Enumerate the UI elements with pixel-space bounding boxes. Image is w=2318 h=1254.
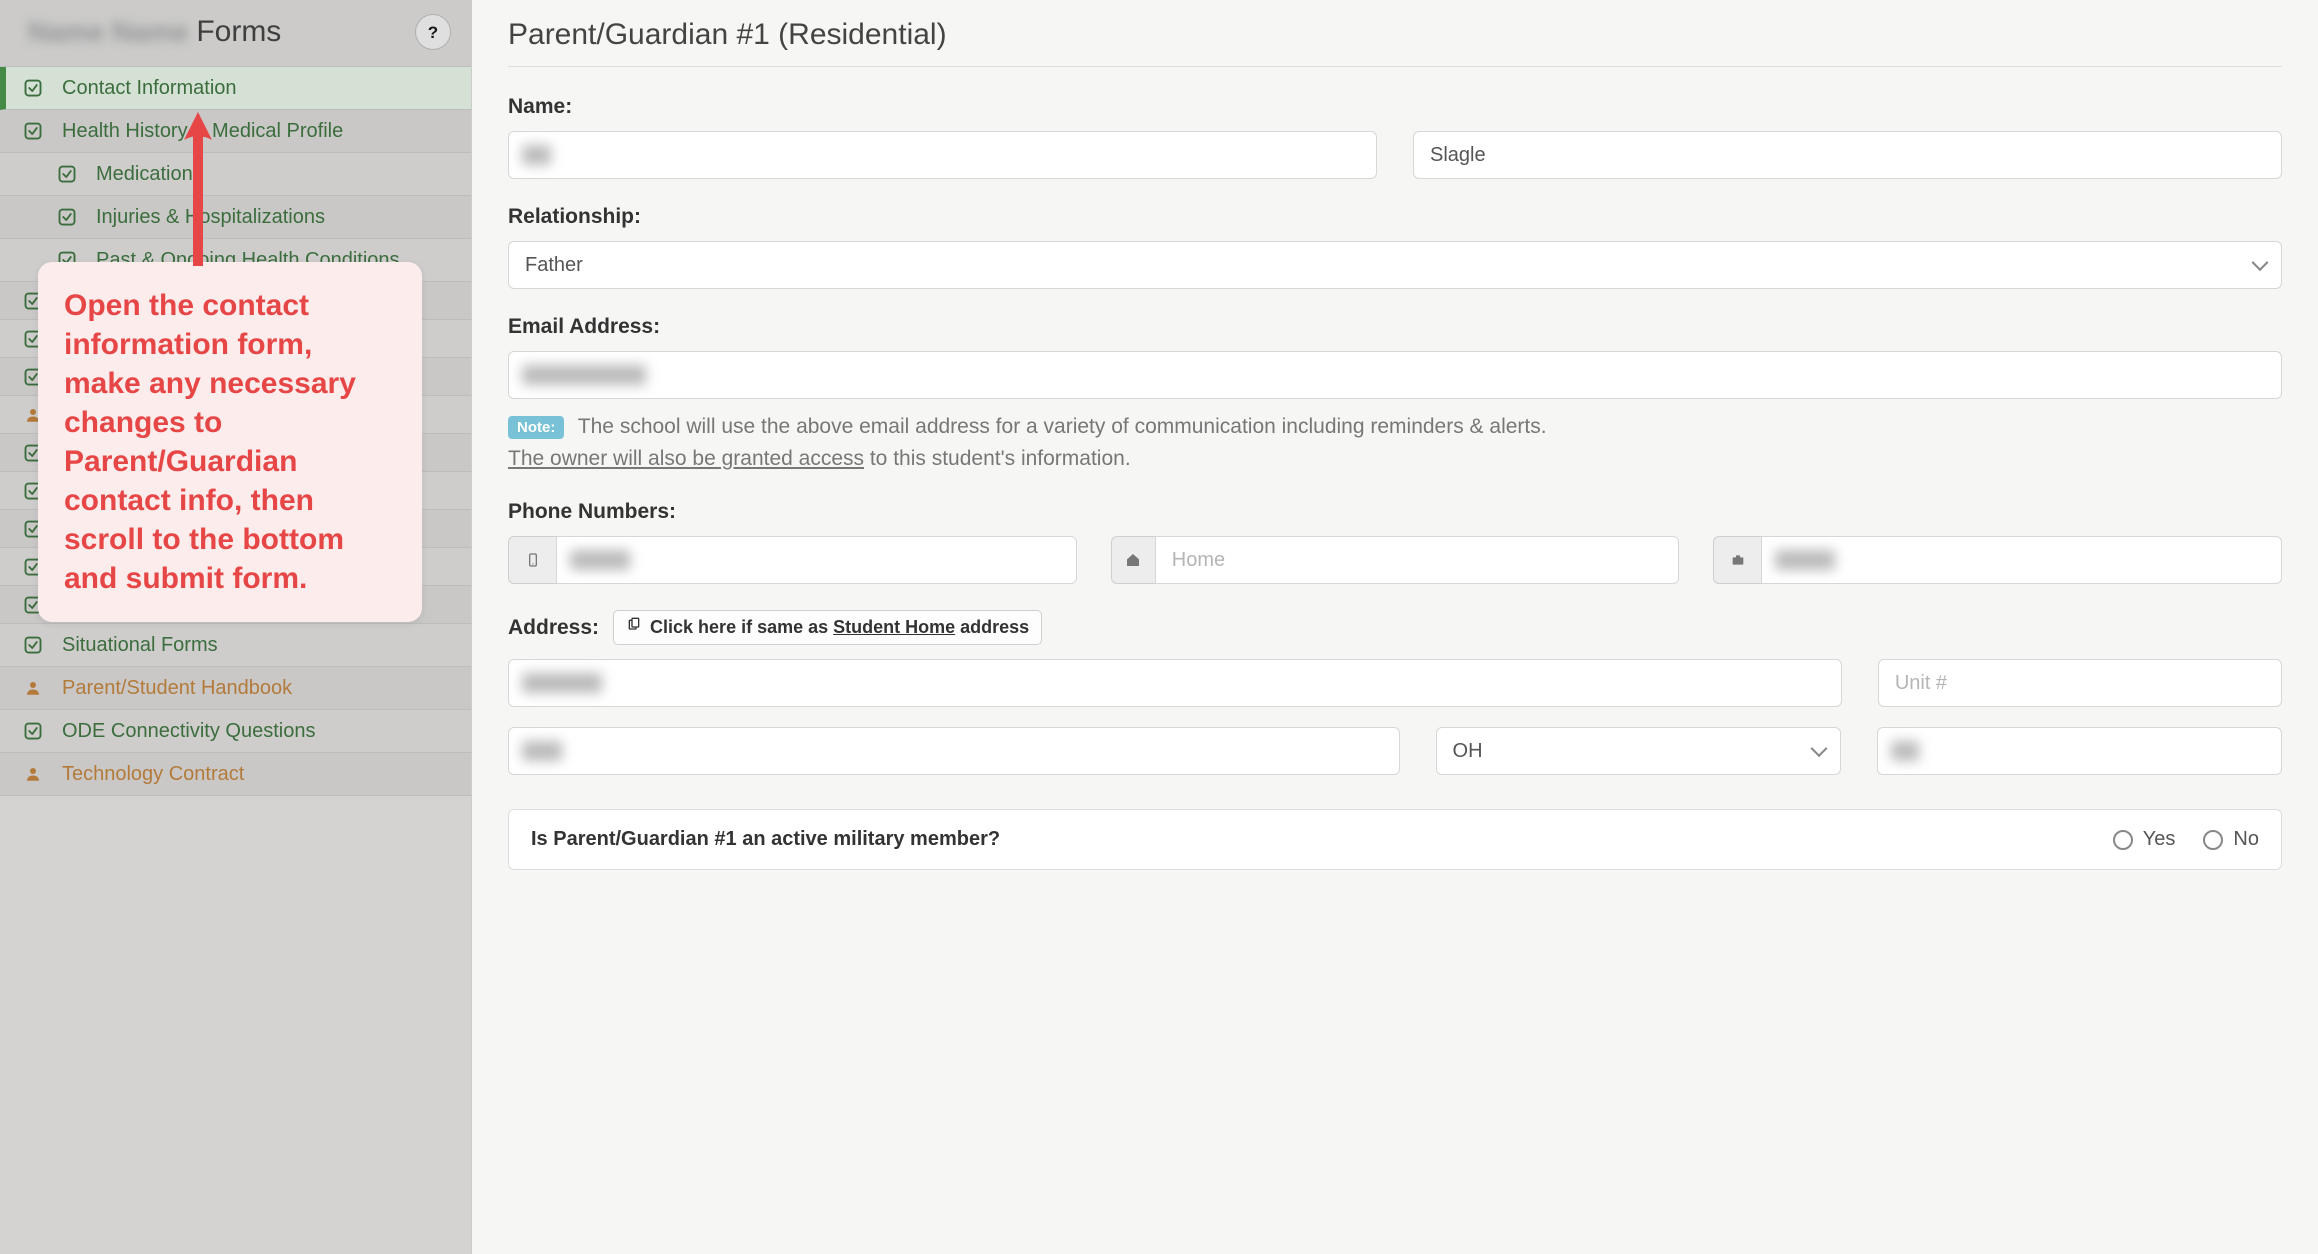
first-name-input[interactable] [508, 131, 1377, 179]
email-input[interactable] [508, 351, 2282, 399]
relationship-label: Relationship: [508, 205, 2282, 229]
military-yes-option[interactable]: Yes [2113, 828, 2176, 851]
person-icon [22, 765, 44, 783]
sidebar-item-label: Technology Contract [62, 763, 449, 786]
check-icon [22, 122, 44, 140]
sidebar-header: Name Name Forms ? [0, 0, 471, 67]
sidebar-title-redacted: Name Name [28, 16, 188, 48]
city-input[interactable] [508, 727, 1400, 775]
home-phone-input[interactable] [1155, 536, 1680, 584]
radio-icon [2203, 830, 2223, 850]
copy-icon [626, 617, 642, 638]
check-icon [22, 636, 44, 654]
street-input[interactable] [508, 659, 1842, 707]
radio-icon [2113, 830, 2133, 850]
military-no-option[interactable]: No [2203, 828, 2259, 851]
state-select[interactable]: OH [1436, 727, 1841, 775]
sidebar-item[interactable]: Health History & Medical Profile [0, 110, 471, 153]
check-icon [56, 208, 78, 226]
email-label: Email Address: [508, 315, 2282, 339]
note-text-2: to this student's information. [864, 447, 1131, 470]
sidebar-item[interactable]: Medications [0, 153, 471, 196]
sidebar-item[interactable]: Injuries & Hospitalizations [0, 196, 471, 239]
military-radio-group: Yes No [2113, 828, 2259, 851]
annotation-callout: Open the contact information form, make … [38, 262, 422, 622]
note-text-1: The school will use the above email addr… [578, 415, 1547, 438]
main-pane: Parent/Guardian #1 (Residential) Name: R… [472, 0, 2318, 1254]
military-question-box: Is Parent/Guardian #1 an active military… [508, 809, 2282, 870]
help-button[interactable]: ? [415, 14, 451, 50]
sidebar-title: Forms [196, 15, 281, 49]
help-icon: ? [428, 24, 438, 41]
sidebar-item-label: Situational Forms [62, 634, 449, 657]
note-badge: Note: [508, 416, 564, 439]
sidebar-item[interactable]: Situational Forms [0, 624, 471, 667]
mobile-phone-input[interactable] [556, 536, 1077, 584]
work-phone-input[interactable] [1761, 536, 2282, 584]
phone-label: Phone Numbers: [508, 500, 2282, 524]
note-access-link[interactable]: The owner will also be granted access [508, 447, 864, 470]
last-name-input[interactable] [1413, 131, 2282, 179]
relationship-select[interactable]: Father [508, 241, 2282, 289]
sidebar-item-label: ODE Connectivity Questions [62, 720, 449, 743]
unit-input[interactable] [1878, 659, 2282, 707]
check-icon [22, 79, 44, 97]
name-label: Name: [508, 95, 2282, 119]
work-phone-icon [1713, 536, 1761, 584]
app-root: Name Name Forms ? Contact Information Hea… [0, 0, 2318, 1254]
sidebar-item[interactable]: Contact Information [0, 67, 471, 110]
sidebar-item[interactable]: Parent/Student Handbook [0, 667, 471, 710]
address-label: Address: [508, 616, 599, 640]
sidebar-item-label: Medications [96, 163, 449, 186]
person-icon [22, 679, 44, 697]
sidebar-item-label: Health History & Medical Profile [62, 120, 449, 143]
sidebar-item[interactable]: Technology Contract [0, 753, 471, 796]
sidebar-item-label: Contact Information [62, 77, 449, 100]
military-question-label: Is Parent/Guardian #1 an active military… [531, 828, 1000, 851]
zip-input[interactable] [1877, 727, 2282, 775]
check-icon [22, 722, 44, 740]
email-note: Note: The school will use the above emai… [508, 411, 2282, 474]
copy-address-button[interactable]: Click here if same as Student Home addre… [613, 610, 1042, 645]
page-title: Parent/Guardian #1 (Residential) [508, 18, 2282, 67]
home-phone-icon [1111, 536, 1155, 584]
check-icon [56, 165, 78, 183]
sidebar-item-label: Injuries & Hospitalizations [96, 206, 449, 229]
sidebar: Name Name Forms ? Contact Information Hea… [0, 0, 472, 1254]
sidebar-item-label: Parent/Student Handbook [62, 677, 449, 700]
sidebar-item[interactable]: ODE Connectivity Questions [0, 710, 471, 753]
mobile-icon [508, 536, 556, 584]
